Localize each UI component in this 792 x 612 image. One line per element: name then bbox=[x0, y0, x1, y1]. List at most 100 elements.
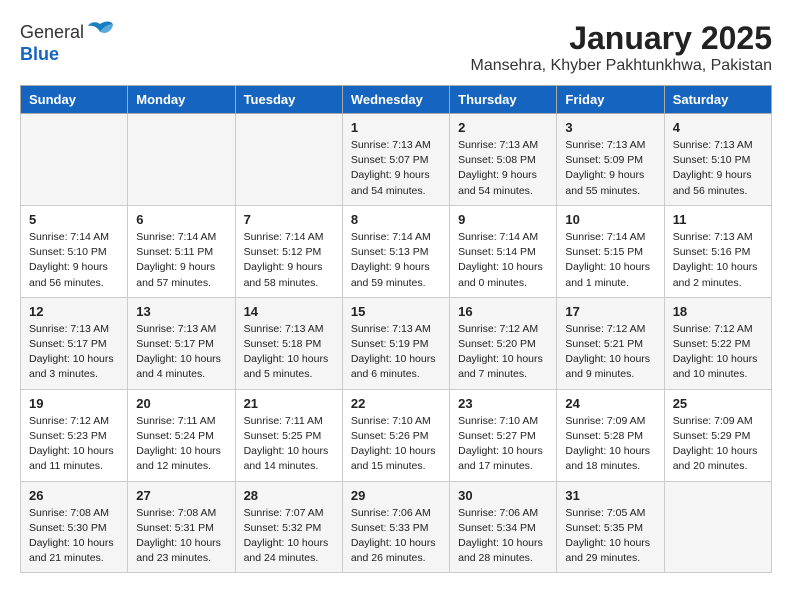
day-number: 14 bbox=[244, 304, 334, 319]
day-number: 9 bbox=[458, 212, 548, 227]
day-info: Sunrise: 7:14 AM Sunset: 5:11 PM Dayligh… bbox=[136, 230, 226, 291]
logo-bird-icon bbox=[86, 20, 114, 42]
day-number: 23 bbox=[458, 396, 548, 411]
day-number: 26 bbox=[29, 488, 119, 503]
day-number: 7 bbox=[244, 212, 334, 227]
calendar-cell: 22 Sunrise: 7:10 AM Sunset: 5:26 PM Dayli… bbox=[342, 389, 449, 481]
day-info: Sunrise: 7:14 AM Sunset: 5:10 PM Dayligh… bbox=[29, 230, 119, 291]
day-info: Sunrise: 7:08 AM Sunset: 5:30 PM Dayligh… bbox=[29, 506, 119, 567]
day-info: Sunrise: 7:07 AM Sunset: 5:32 PM Dayligh… bbox=[244, 506, 334, 567]
calendar-cell: 12 Sunrise: 7:13 AM Sunset: 5:17 PM Dayli… bbox=[21, 297, 128, 389]
calendar-cell: 30 Sunrise: 7:06 AM Sunset: 5:34 PM Dayli… bbox=[450, 481, 557, 573]
day-number: 6 bbox=[136, 212, 226, 227]
day-number: 16 bbox=[458, 304, 548, 319]
day-number: 10 bbox=[565, 212, 655, 227]
title-block: January 2025 Mansehra, Khyber Pakhtunkhw… bbox=[471, 20, 773, 75]
day-number: 20 bbox=[136, 396, 226, 411]
day-info: Sunrise: 7:10 AM Sunset: 5:26 PM Dayligh… bbox=[351, 414, 441, 475]
day-info: Sunrise: 7:13 AM Sunset: 5:18 PM Dayligh… bbox=[244, 322, 334, 383]
day-info: Sunrise: 7:11 AM Sunset: 5:24 PM Dayligh… bbox=[136, 414, 226, 475]
day-number: 5 bbox=[29, 212, 119, 227]
day-number: 29 bbox=[351, 488, 441, 503]
day-info: Sunrise: 7:13 AM Sunset: 5:17 PM Dayligh… bbox=[136, 322, 226, 383]
day-number: 31 bbox=[565, 488, 655, 503]
calendar-cell: 7Sunrise: 7:14 AM Sunset: 5:12 PM Daylig… bbox=[235, 205, 342, 297]
day-number: 12 bbox=[29, 304, 119, 319]
calendar-cell: 20 Sunrise: 7:11 AM Sunset: 5:24 PM Dayli… bbox=[128, 389, 235, 481]
calendar-cell: 23 Sunrise: 7:10 AM Sunset: 5:27 PM Dayli… bbox=[450, 389, 557, 481]
day-info: Sunrise: 7:05 AM Sunset: 5:35 PM Dayligh… bbox=[565, 506, 655, 567]
day-number: 4 bbox=[673, 120, 763, 135]
day-info: Sunrise: 7:06 AM Sunset: 5:34 PM Dayligh… bbox=[458, 506, 548, 567]
calendar-cell: 16 Sunrise: 7:12 AM Sunset: 5:20 PM Dayli… bbox=[450, 297, 557, 389]
calendar-cell: 11Sunrise: 7:13 AM Sunset: 5:16 PM Dayli… bbox=[664, 205, 771, 297]
calendar-cell: 18 Sunrise: 7:12 AM Sunset: 5:22 PM Dayli… bbox=[664, 297, 771, 389]
calendar-cell: 8 Sunrise: 7:14 AM Sunset: 5:13 PM Daylig… bbox=[342, 205, 449, 297]
calendar-cell: 2 Sunrise: 7:13 AM Sunset: 5:08 PM Daylig… bbox=[450, 114, 557, 206]
day-info: Sunrise: 7:12 AM Sunset: 5:22 PM Dayligh… bbox=[673, 322, 763, 383]
day-number: 30 bbox=[458, 488, 548, 503]
calendar-cell: 19 Sunrise: 7:12 AM Sunset: 5:23 PM Dayli… bbox=[21, 389, 128, 481]
day-info: Sunrise: 7:14 AM Sunset: 5:15 PM Dayligh… bbox=[565, 230, 655, 291]
day-info: Sunrise: 7:12 AM Sunset: 5:23 PM Dayligh… bbox=[29, 414, 119, 475]
day-info: Sunrise: 7:06 AM Sunset: 5:33 PM Dayligh… bbox=[351, 506, 441, 567]
weekday-header: Friday bbox=[557, 86, 664, 114]
day-number: 13 bbox=[136, 304, 226, 319]
calendar-cell: 10 Sunrise: 7:14 AM Sunset: 5:15 PM Dayli… bbox=[557, 205, 664, 297]
day-info: Sunrise: 7:09 AM Sunset: 5:29 PM Dayligh… bbox=[673, 414, 763, 475]
day-info: Sunrise: 7:10 AM Sunset: 5:27 PM Dayligh… bbox=[458, 414, 548, 475]
day-info: Sunrise: 7:13 AM Sunset: 5:07 PM Dayligh… bbox=[351, 138, 441, 199]
day-info: Sunrise: 7:13 AM Sunset: 5:09 PM Dayligh… bbox=[565, 138, 655, 199]
calendar-week-row: 5 Sunrise: 7:14 AM Sunset: 5:10 PM Daylig… bbox=[21, 205, 772, 297]
day-number: 25 bbox=[673, 396, 763, 411]
calendar-cell: 3 Sunrise: 7:13 AM Sunset: 5:09 PM Daylig… bbox=[557, 114, 664, 206]
day-number: 15 bbox=[351, 304, 441, 319]
calendar-cell: 14 Sunrise: 7:13 AM Sunset: 5:18 PM Dayli… bbox=[235, 297, 342, 389]
calendar-cell: 5 Sunrise: 7:14 AM Sunset: 5:10 PM Daylig… bbox=[21, 205, 128, 297]
calendar-cell: 6 Sunrise: 7:14 AM Sunset: 5:11 PM Daylig… bbox=[128, 205, 235, 297]
day-info: Sunrise: 7:12 AM Sunset: 5:20 PM Dayligh… bbox=[458, 322, 548, 383]
page-header: General Blue January 2025 Mansehra, Khyb… bbox=[20, 20, 772, 75]
weekday-header: Tuesday bbox=[235, 86, 342, 114]
calendar-cell bbox=[664, 481, 771, 573]
day-info: Sunrise: 7:08 AM Sunset: 5:31 PM Dayligh… bbox=[136, 506, 226, 567]
day-info: Sunrise: 7:14 AM Sunset: 5:13 PM Dayligh… bbox=[351, 230, 441, 291]
calendar-cell: 17Sunrise: 7:12 AM Sunset: 5:21 PM Dayli… bbox=[557, 297, 664, 389]
calendar-week-row: 12 Sunrise: 7:13 AM Sunset: 5:17 PM Dayli… bbox=[21, 297, 772, 389]
logo-general-text: General bbox=[20, 22, 84, 43]
calendar-cell: 28 Sunrise: 7:07 AM Sunset: 5:32 PM Dayli… bbox=[235, 481, 342, 573]
day-info: Sunrise: 7:13 AM Sunset: 5:17 PM Dayligh… bbox=[29, 322, 119, 383]
calendar-cell: 4 Sunrise: 7:13 AM Sunset: 5:10 PM Daylig… bbox=[664, 114, 771, 206]
day-number: 18 bbox=[673, 304, 763, 319]
day-number: 2 bbox=[458, 120, 548, 135]
day-number: 27 bbox=[136, 488, 226, 503]
calendar-table: SundayMondayTuesdayWednesdayThursdayFrid… bbox=[20, 85, 772, 573]
calendar-cell: 31 Sunrise: 7:05 AM Sunset: 5:35 PM Dayli… bbox=[557, 481, 664, 573]
weekday-header: Sunday bbox=[21, 86, 128, 114]
calendar-week-row: 1Sunrise: 7:13 AM Sunset: 5:07 PM Daylig… bbox=[21, 114, 772, 206]
day-number: 28 bbox=[244, 488, 334, 503]
page-title: January 2025 bbox=[471, 20, 773, 57]
weekday-header: Thursday bbox=[450, 86, 557, 114]
calendar-cell: 21Sunrise: 7:11 AM Sunset: 5:25 PM Dayli… bbox=[235, 389, 342, 481]
calendar-cell: 13 Sunrise: 7:13 AM Sunset: 5:17 PM Dayli… bbox=[128, 297, 235, 389]
calendar-cell: 15Sunrise: 7:13 AM Sunset: 5:19 PM Dayli… bbox=[342, 297, 449, 389]
page-subtitle: Mansehra, Khyber Pakhtunkhwa, Pakistan bbox=[471, 57, 773, 75]
calendar-header-row: SundayMondayTuesdayWednesdayThursdayFrid… bbox=[21, 86, 772, 114]
day-info: Sunrise: 7:13 AM Sunset: 5:10 PM Dayligh… bbox=[673, 138, 763, 199]
calendar-cell: 25 Sunrise: 7:09 AM Sunset: 5:29 PM Dayli… bbox=[664, 389, 771, 481]
day-info: Sunrise: 7:09 AM Sunset: 5:28 PM Dayligh… bbox=[565, 414, 655, 475]
calendar-week-row: 26 Sunrise: 7:08 AM Sunset: 5:30 PM Dayli… bbox=[21, 481, 772, 573]
day-info: Sunrise: 7:13 AM Sunset: 5:16 PM Dayligh… bbox=[673, 230, 763, 291]
day-number: 22 bbox=[351, 396, 441, 411]
day-number: 19 bbox=[29, 396, 119, 411]
calendar-cell: 29 Sunrise: 7:06 AM Sunset: 5:33 PM Dayli… bbox=[342, 481, 449, 573]
day-number: 24 bbox=[565, 396, 655, 411]
day-number: 8 bbox=[351, 212, 441, 227]
calendar-cell: 26 Sunrise: 7:08 AM Sunset: 5:30 PM Dayli… bbox=[21, 481, 128, 573]
calendar-cell: 9Sunrise: 7:14 AM Sunset: 5:14 PM Daylig… bbox=[450, 205, 557, 297]
day-number: 21 bbox=[244, 396, 334, 411]
day-number: 3 bbox=[565, 120, 655, 135]
weekday-header: Monday bbox=[128, 86, 235, 114]
day-info: Sunrise: 7:13 AM Sunset: 5:08 PM Dayligh… bbox=[458, 138, 548, 199]
